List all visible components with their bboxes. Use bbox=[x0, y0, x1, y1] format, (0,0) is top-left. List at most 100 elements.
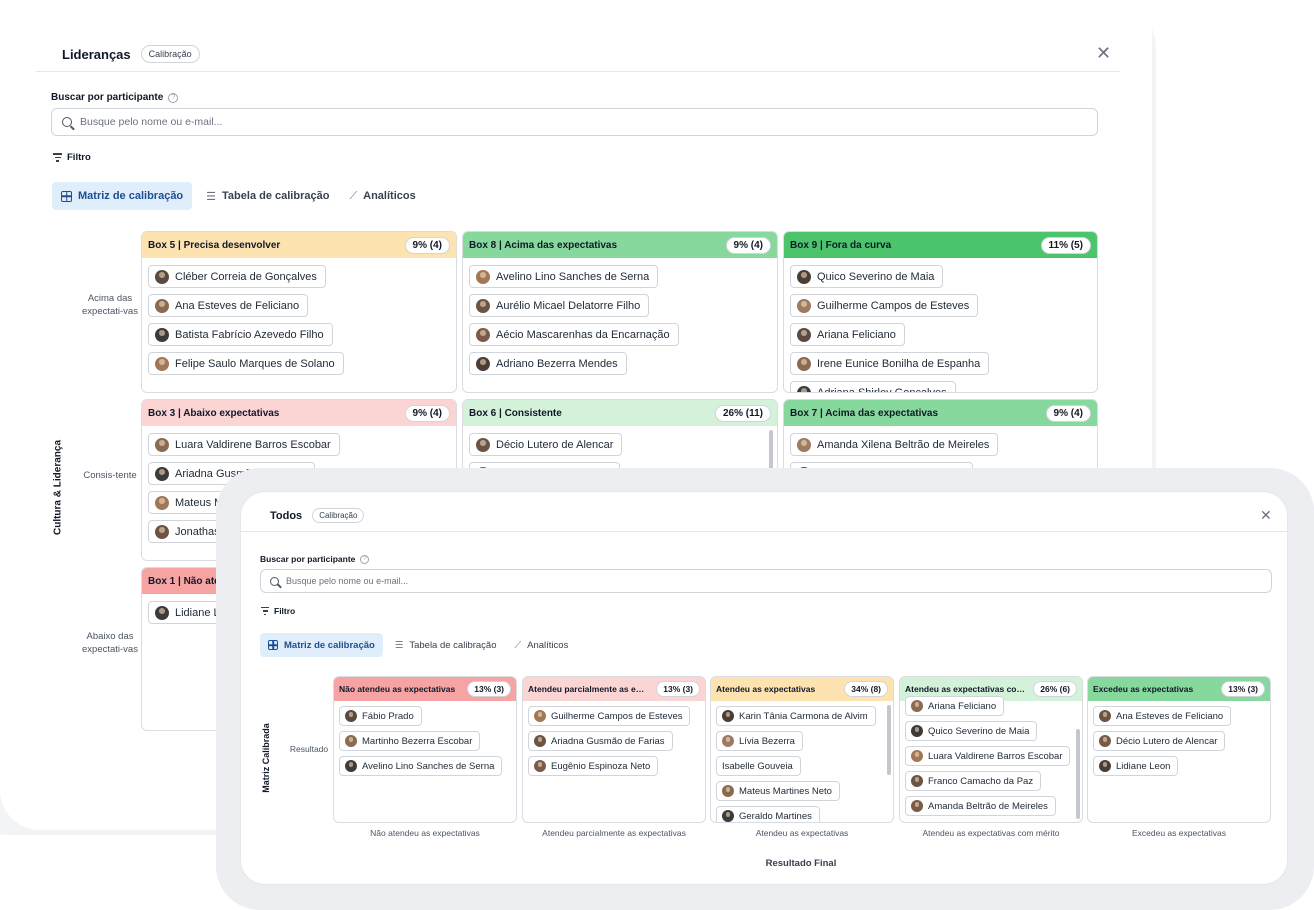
box-body: Quico Severino de Maia Guilherme Campos d… bbox=[784, 258, 1097, 393]
matrix-box: Atendeu as expectativas com ... 26% (6) Ar… bbox=[899, 676, 1083, 823]
chart-icon: ⟋ bbox=[349, 189, 358, 202]
tab-tabela[interactable]: ☰ Tabela de calibração bbox=[389, 633, 503, 657]
box-percentage-badge: 13% (3) bbox=[656, 681, 700, 697]
participant-chip[interactable]: Isabelle Gouveia bbox=[716, 756, 801, 776]
matrix-box: Excedeu as expectativas 13% (3) Ana Esteve… bbox=[1087, 676, 1271, 823]
filter-button[interactable]: Filtro bbox=[261, 606, 295, 616]
avatar bbox=[345, 760, 357, 772]
avatar bbox=[722, 710, 734, 722]
participant-chip[interactable]: Mateus Martines Neto bbox=[716, 781, 840, 801]
page-title: Todos bbox=[270, 509, 303, 522]
participant-chip[interactable]: Felipe Saulo Marques de Solano bbox=[148, 352, 344, 375]
participant-chip[interactable]: Ariana Feliciano bbox=[905, 696, 1005, 716]
participant-chip[interactable]: Lívia Bezerra bbox=[716, 731, 803, 751]
participant-chip[interactable]: Fábio Prado bbox=[339, 706, 422, 726]
participant-chip[interactable]: Ariadna Gusmão de Farias bbox=[528, 731, 673, 751]
participant-chip[interactable]: Luara Valdirene Barros Escobar bbox=[905, 746, 1071, 766]
search-box[interactable] bbox=[51, 108, 1098, 136]
avatar bbox=[911, 700, 923, 712]
avatar bbox=[534, 735, 546, 747]
avatar bbox=[476, 327, 490, 342]
filter-label: Filtro bbox=[274, 606, 296, 616]
box-header: Não atendeu as expectativas 13% (3) bbox=[334, 677, 516, 701]
tab-analiticos[interactable]: ⟋ Analíticos bbox=[343, 182, 421, 210]
participant-chip[interactable]: Batista Fabrício Azevedo Filho bbox=[148, 323, 333, 346]
participant-chip[interactable]: Amanda Xilena Beltrão de Meireles bbox=[790, 433, 999, 456]
box-title: Box 3 | Abaixo expectativas bbox=[148, 407, 280, 419]
participant-name: Luara Valdirene Barros Escobar bbox=[175, 438, 331, 451]
search-label-text: Buscar por participante bbox=[51, 92, 164, 103]
participant-chip[interactable]: Ana Esteves de Feliciano bbox=[1093, 706, 1232, 726]
participant-chip[interactable]: Franco Camacho da Paz bbox=[905, 771, 1042, 791]
participant-chip[interactable]: Geraldo Martines bbox=[716, 806, 820, 822]
box-title: Box 5 | Precisa desenvolver bbox=[148, 239, 281, 251]
participant-name: Avelino Lino Sanches de Serna bbox=[496, 270, 650, 283]
box-title: Box 9 | Fora da curva bbox=[790, 239, 892, 251]
filter-button[interactable]: Filtro bbox=[53, 152, 91, 163]
participant-name: Isabelle Gouveia bbox=[722, 760, 793, 772]
search-label-text: Buscar por participante bbox=[260, 554, 356, 564]
help-icon[interactable]: ? bbox=[360, 554, 370, 564]
tab-tabela[interactable]: ☰ Tabela de calibração bbox=[200, 182, 335, 210]
list-icon: ☰ bbox=[206, 190, 217, 203]
scrollbar[interactable] bbox=[1076, 729, 1080, 819]
participant-chip[interactable]: Quico Severino de Maia bbox=[790, 265, 944, 288]
close-icon[interactable]: ✕ bbox=[1260, 508, 1272, 522]
participant-chip[interactable]: Luara Valdirene Barros Escobar bbox=[148, 433, 340, 456]
search-input[interactable] bbox=[80, 116, 1087, 128]
participant-chip[interactable]: Guilherme Campos de Esteves bbox=[790, 294, 979, 317]
participant-chip[interactable]: Lidiane Leon bbox=[1093, 756, 1179, 776]
participant-chip[interactable]: Irene Eunice Bonilha de Espanha bbox=[790, 352, 990, 375]
row-label: Resultado bbox=[289, 744, 329, 754]
avatar bbox=[534, 710, 546, 722]
close-icon[interactable]: ✕ bbox=[1096, 44, 1111, 62]
box-title: Box 6 | Consistente bbox=[469, 407, 562, 419]
search-box[interactable] bbox=[260, 569, 1272, 593]
participant-chip[interactable]: Avelino Lino Sanches de Serna bbox=[469, 265, 659, 288]
participant-name: Adriana Shirley Gonçalves bbox=[817, 386, 947, 393]
participant-chip[interactable]: Eugênio Espinoza Neto bbox=[528, 756, 659, 776]
tab-matriz[interactable]: Matriz de calibração bbox=[52, 182, 193, 210]
participant-chip[interactable]: Karin Tânia Carmona de Alvim bbox=[716, 706, 876, 726]
grid-icon bbox=[268, 640, 278, 650]
participant-chip[interactable]: Martinho Bezerra Escobar bbox=[339, 731, 481, 751]
participant-name: Geraldo Martines bbox=[739, 810, 812, 822]
participant-chip[interactable]: Quico Severino de Maia bbox=[905, 721, 1038, 741]
participant-chip[interactable]: Décio Lutero de Alencar bbox=[1093, 731, 1226, 751]
participant-chip[interactable]: Amanda Beltrão de Meireles bbox=[905, 796, 1056, 816]
participant-chip[interactable]: Aurélio Micael Delatorre Filho bbox=[469, 294, 650, 317]
participant-chip[interactable]: Guilherme Campos de Esteves bbox=[528, 706, 691, 726]
participant-chip[interactable]: Ariana Feliciano bbox=[790, 323, 905, 346]
avatar bbox=[534, 760, 546, 772]
avatar bbox=[155, 327, 169, 342]
box-percentage-badge: 34% (8) bbox=[844, 681, 888, 697]
avatar bbox=[1099, 735, 1111, 747]
chart-icon: ⟋ bbox=[514, 639, 522, 651]
column-label: Atendeu as expectativas bbox=[755, 828, 849, 838]
avatar bbox=[155, 269, 169, 284]
participant-chip[interactable]: Décio Lutero de Alencar bbox=[469, 433, 623, 456]
participant-chip[interactable]: Adriana Shirley Gonçalves bbox=[790, 381, 956, 393]
tab-label: Tabela de calibração bbox=[409, 639, 497, 651]
tab-label: Tabela de calibração bbox=[222, 190, 330, 202]
participant-chip[interactable]: Avelino Lino Sanches de Serna bbox=[339, 756, 503, 776]
tab-analiticos[interactable]: ⟋ Analíticos bbox=[509, 633, 575, 657]
matrix-box: Box 9 | Fora da curva 11% (5) Quico Severi… bbox=[783, 231, 1098, 393]
participant-name: Martinho Bezerra Escobar bbox=[362, 735, 473, 747]
participant-chip[interactable]: Aécio Mascarenhas da Encarnação bbox=[469, 323, 679, 346]
avatar bbox=[155, 356, 169, 371]
scrollbar[interactable] bbox=[887, 705, 891, 775]
status-badge: Calibração bbox=[140, 45, 200, 63]
participant-chip[interactable]: Adriano Bezerra Mendes bbox=[469, 352, 627, 375]
window-header: Lideranças Calibração bbox=[62, 45, 200, 63]
participant-chip[interactable]: Cléber Correia de Gonçalves bbox=[148, 265, 326, 288]
participant-name: Amanda Beltrão de Meireles bbox=[928, 800, 1048, 812]
avatar bbox=[911, 725, 923, 737]
participant-chip[interactable]: Ana Esteves de Feliciano bbox=[148, 294, 309, 317]
tab-matriz[interactable]: Matriz de calibração bbox=[260, 633, 383, 657]
participant-name: Amanda Xilena Beltrão de Meireles bbox=[817, 438, 990, 451]
help-icon[interactable]: ? bbox=[168, 92, 179, 103]
search-input[interactable] bbox=[286, 576, 1262, 586]
avatar bbox=[722, 735, 734, 747]
tab-label: Matriz de calibração bbox=[284, 639, 375, 651]
